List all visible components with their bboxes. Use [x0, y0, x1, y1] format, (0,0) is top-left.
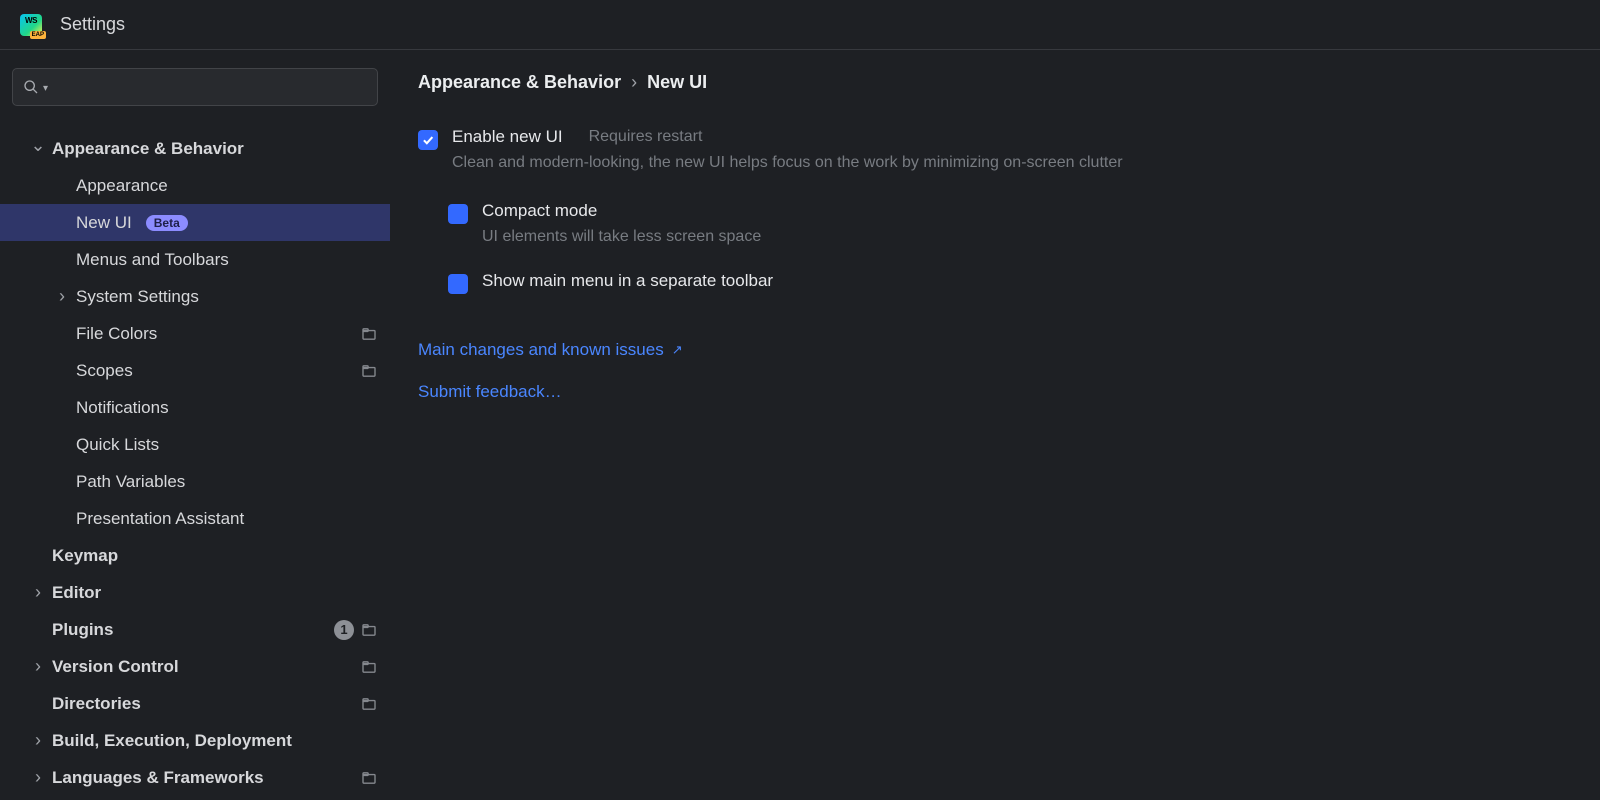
sidebar-item-label: Path Variables: [76, 472, 185, 492]
chevron-right-icon: ›: [24, 656, 52, 677]
per-project-icon: [362, 698, 376, 710]
option-show-main-menu: Show main menu in a separate toolbar: [448, 271, 1572, 294]
app-icon: WS EAP: [20, 14, 42, 36]
per-project-icon: [362, 624, 376, 636]
sidebar-item-appearance[interactable]: Appearance: [0, 167, 390, 204]
enable-new-ui-checkbox[interactable]: [418, 130, 438, 150]
sidebar-item-appearance-behavior[interactable]: ⌄Appearance & Behavior: [0, 130, 390, 167]
search-icon: [23, 79, 39, 95]
sidebar-item-plugins[interactable]: Plugins 1: [0, 611, 390, 648]
sidebar-item-new-ui[interactable]: New UI Beta: [0, 204, 390, 241]
breadcrumb-separator: ›: [631, 72, 637, 93]
option-enable-new-ui: Enable new UI Requires restart Clean and…: [418, 127, 1572, 175]
sidebar-item-label: New UI: [76, 213, 132, 233]
per-project-icon: [362, 661, 376, 673]
sidebar-item-path-variables[interactable]: Path Variables: [0, 463, 390, 500]
sidebar-item-label: Quick Lists: [76, 435, 159, 455]
external-link-icon: ↗: [672, 342, 683, 358]
option-compact-mode: Compact mode UI elements will take less …: [448, 201, 1572, 249]
sidebar-item-quick-lists[interactable]: Quick Lists: [0, 426, 390, 463]
per-project-icon: [362, 772, 376, 784]
settings-tree: ⌄Appearance & Behavior Appearance New UI Be…: [0, 130, 390, 796]
breadcrumb: Appearance & Behavior › New UI: [418, 72, 1572, 93]
chevron-down-icon: ⌄: [24, 135, 52, 156]
settings-sidebar: ▾ ⌄Appearance & Behavior Appearance New UI…: [0, 50, 390, 800]
per-project-icon: [362, 328, 376, 340]
app-icon-text: WS: [25, 16, 37, 25]
sidebar-item-languages-frameworks[interactable]: ›Languages & Frameworks: [0, 759, 390, 796]
link-submit-feedback-label: Submit feedback…: [418, 382, 562, 402]
show-main-menu-checkbox[interactable]: [448, 274, 468, 294]
sidebar-item-presentation-assistant[interactable]: Presentation Assistant: [0, 500, 390, 537]
link-main-changes[interactable]: Main changes and known issues ↗: [418, 340, 1572, 360]
sidebar-item-label: Plugins: [52, 620, 113, 640]
sidebar-item-label: Appearance & Behavior: [52, 139, 244, 159]
search-input[interactable]: [52, 79, 367, 96]
sidebar-item-editor[interactable]: ›Editor: [0, 574, 390, 611]
link-submit-feedback[interactable]: Submit feedback…: [418, 382, 1572, 402]
compact-mode-label: Compact mode: [482, 201, 597, 221]
sidebar-item-label: Version Control: [52, 657, 179, 677]
search-input-wrapper[interactable]: ▾: [12, 68, 378, 106]
sidebar-item-menus-and-toolbars[interactable]: Menus and Toolbars: [0, 241, 390, 278]
chevron-right-icon: ›: [24, 730, 52, 751]
sidebar-item-label: Keymap: [52, 546, 118, 566]
sidebar-item-directories[interactable]: Directories: [0, 685, 390, 722]
sidebar-item-label: System Settings: [76, 287, 199, 307]
sidebar-item-scopes[interactable]: Scopes: [0, 352, 390, 389]
breadcrumb-parent[interactable]: Appearance & Behavior: [418, 72, 621, 93]
settings-content: Appearance & Behavior › New UI Enable ne…: [390, 50, 1600, 800]
breadcrumb-current: New UI: [647, 72, 707, 93]
titlebar: WS EAP Settings: [0, 0, 1600, 50]
sidebar-item-label: Editor: [52, 583, 101, 603]
search-dropdown-icon[interactable]: ▾: [43, 83, 48, 94]
sidebar-item-label: Appearance: [76, 176, 168, 196]
sidebar-item-build-execution-deployment[interactable]: ›Build, Execution, Deployment: [0, 722, 390, 759]
show-main-menu-label: Show main menu in a separate toolbar: [482, 271, 773, 291]
window-title: Settings: [60, 14, 125, 35]
sidebar-item-label: Build, Execution, Deployment: [52, 731, 292, 751]
sidebar-item-keymap[interactable]: Keymap: [0, 537, 390, 574]
sidebar-item-label: Directories: [52, 694, 141, 714]
app-icon-badge: EAP: [30, 31, 46, 39]
sidebar-item-label: Menus and Toolbars: [76, 250, 229, 270]
compact-mode-checkbox[interactable]: [448, 204, 468, 224]
sidebar-item-label: Presentation Assistant: [76, 509, 244, 529]
sidebar-item-label: File Colors: [76, 324, 157, 344]
sidebar-item-label: Scopes: [76, 361, 133, 381]
check-icon: [421, 133, 435, 147]
sidebar-item-notifications[interactable]: Notifications: [0, 389, 390, 426]
sidebar-item-label: Languages & Frameworks: [52, 768, 264, 788]
chevron-right-icon: ›: [24, 767, 52, 788]
beta-badge: Beta: [146, 215, 188, 231]
chevron-right-icon: ›: [24, 582, 52, 603]
sidebar-item-system-settings[interactable]: ›System Settings: [0, 278, 390, 315]
sidebar-item-file-colors[interactable]: File Colors: [0, 315, 390, 352]
enable-new-ui-desc: Clean and modern-looking, the new UI hel…: [452, 151, 1123, 175]
chevron-right-icon: ›: [48, 286, 76, 307]
link-main-changes-label: Main changes and known issues: [418, 340, 664, 360]
sidebar-item-label: Notifications: [76, 398, 169, 418]
enable-new-ui-hint: Requires restart: [589, 128, 703, 146]
count-badge: 1: [334, 620, 354, 640]
per-project-icon: [362, 365, 376, 377]
sidebar-item-version-control[interactable]: ›Version Control: [0, 648, 390, 685]
enable-new-ui-label: Enable new UI: [452, 127, 563, 147]
compact-mode-desc: UI elements will take less screen space: [482, 225, 761, 249]
